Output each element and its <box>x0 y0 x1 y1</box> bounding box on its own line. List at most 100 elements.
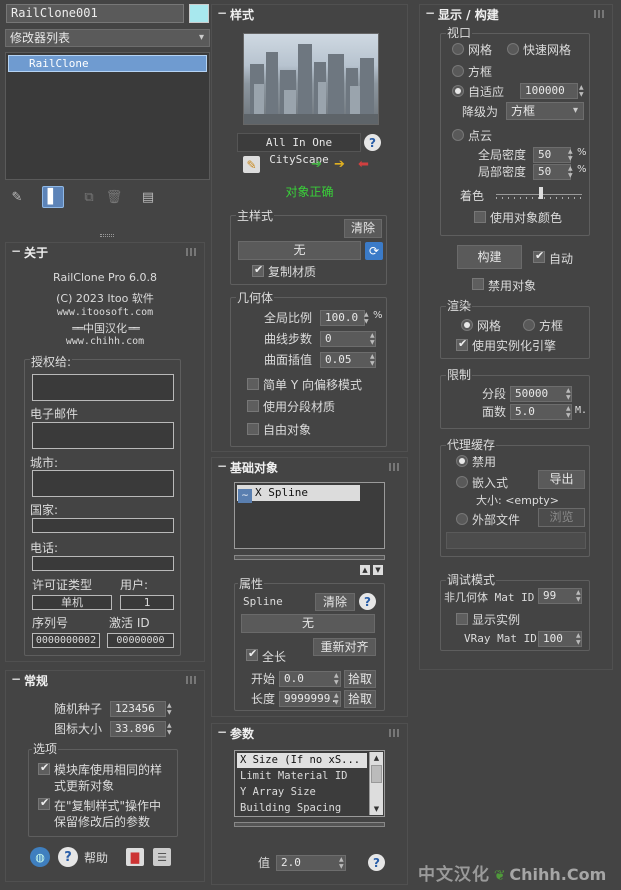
refresh-icon[interactable]: ⟳ <box>365 242 383 260</box>
copy-material-checkbox[interactable] <box>252 263 264 277</box>
disable-objects-checkbox[interactable] <box>472 278 484 290</box>
length-pick-button[interactable]: 拾取 <box>344 690 376 708</box>
global-density-input[interactable]: 50 <box>533 147 571 163</box>
about-chinese-site[interactable]: www.chihh.com <box>6 336 204 347</box>
base-objects-list[interactable]: ~ X Spline <box>234 482 385 549</box>
base-objects-rollout-header[interactable]: − 基础对象 <box>212 458 407 476</box>
fast-mesh-radio[interactable] <box>507 43 519 55</box>
faces-input[interactable]: 5.0 <box>510 404 572 420</box>
display-build-rollout-header[interactable]: − 显示 / 构建 <box>420 5 612 23</box>
proxy-embedded-radio[interactable] <box>456 476 468 488</box>
grip-icon[interactable] <box>186 248 198 256</box>
realign-button[interactable]: 重新对齐 <box>313 638 376 656</box>
about-website[interactable]: www.itoosoft.com <box>6 307 204 318</box>
email-field[interactable] <box>32 422 174 449</box>
global-density-spinner[interactable]: ▲ ▼ <box>568 148 575 162</box>
stack-item-railclone[interactable]: RailClone <box>8 55 207 72</box>
start-pick-button[interactable]: 拾取 <box>344 670 376 688</box>
curve-steps-spinner[interactable]: ▲ ▼ <box>370 332 377 346</box>
style-name-button[interactable]: All In One CityScape <box>237 133 361 166</box>
use-object-color-checkbox[interactable] <box>474 211 486 223</box>
non-geo-mat-spinner[interactable]: ▲ ▼ <box>576 589 583 603</box>
globe-icon[interactable]: ◍ <box>30 847 50 867</box>
scroll-up-icon[interactable]: ▲ <box>370 752 383 764</box>
curve-steps-input[interactable]: 0 <box>320 331 376 347</box>
help-icon[interactable]: ? <box>58 847 78 867</box>
adaptive-input[interactable]: 100000 <box>520 83 578 99</box>
segments-spinner[interactable]: ▲ ▼ <box>566 387 573 401</box>
proxy-disabled-radio[interactable] <box>456 455 468 467</box>
modifier-stack[interactable]: RailClone <box>5 52 210 180</box>
spline-none-button[interactable]: 无 <box>241 614 375 633</box>
main-style-none-button[interactable]: 无 <box>238 241 361 260</box>
render-box-radio[interactable] <box>523 319 535 331</box>
scroll-thumb[interactable] <box>371 765 382 783</box>
spline-help-icon[interactable]: ? <box>359 593 376 610</box>
grip-icon[interactable] <box>594 10 606 18</box>
param-value-input[interactable]: 2.0 <box>276 855 346 871</box>
faces-spinner[interactable]: ▲ ▼ <box>566 405 573 419</box>
list-view-icon[interactable]: ☰ <box>153 848 171 866</box>
seed-spinner[interactable]: ▲ ▼ <box>167 702 174 716</box>
show-end-result-icon[interactable]: ▌ <box>42 186 64 208</box>
spline-clear-button[interactable]: 清除 <box>315 593 355 611</box>
start-input[interactable]: 0.0 <box>279 671 341 687</box>
style-preview-image[interactable] <box>243 33 379 125</box>
general-rollout-header[interactable]: − 常规 <box>6 671 204 689</box>
start-spinner[interactable]: ▲ ▼ <box>334 672 341 686</box>
box-radio[interactable] <box>452 65 464 77</box>
configure-sets-icon[interactable]: ▤ <box>139 188 157 206</box>
city-field[interactable] <box>32 470 174 497</box>
render-mesh-radio[interactable] <box>461 319 473 331</box>
seed-input[interactable]: 123456 <box>110 701 166 717</box>
segments-input[interactable]: 50000 <box>510 386 572 402</box>
free-object-checkbox[interactable] <box>247 423 259 435</box>
style-export-icon[interactable]: ⬅ <box>355 156 372 173</box>
base-object-item[interactable]: ~ X Spline <box>237 485 360 503</box>
icon-size-input[interactable]: 33.896 <box>110 721 166 737</box>
adaptive-spinner[interactable]: ▲ ▼ <box>579 84 586 98</box>
parameters-list[interactable]: X Size (If no xS... Limit Material ID Y … <box>234 750 385 817</box>
style-copy-icon[interactable]: ➔ <box>331 156 348 173</box>
downgrade-dropdown[interactable]: 方框 <box>506 102 584 120</box>
grip-icon[interactable] <box>389 463 401 471</box>
local-density-spinner[interactable]: ▲ ▼ <box>568 165 575 179</box>
color-slider[interactable] <box>496 187 582 199</box>
global-scale-spinner[interactable]: ▲ ▼ <box>364 311 371 325</box>
move-up-icon[interactable]: ▲ <box>360 565 370 575</box>
about-rollout-header[interactable]: − 关于 <box>6 243 204 261</box>
full-length-checkbox[interactable] <box>246 647 258 661</box>
surface-interp-spinner[interactable]: ▲ ▼ <box>370 353 377 367</box>
param-value-spinner[interactable]: ▲ ▼ <box>339 856 346 870</box>
scroll-down-icon[interactable]: ▼ <box>370 803 383 815</box>
param-item-1[interactable]: X Size (If no xS... <box>237 753 367 768</box>
build-button[interactable]: 构建 <box>457 245 522 269</box>
global-scale-input[interactable]: 100.0 <box>320 310 365 326</box>
segment-material-checkbox[interactable] <box>247 400 259 412</box>
instancing-checkbox[interactable] <box>456 337 468 351</box>
phone-field[interactable] <box>32 556 174 571</box>
adaptive-radio[interactable] <box>452 85 464 97</box>
help-label[interactable]: 帮助 <box>84 849 108 866</box>
auto-checkbox[interactable] <box>533 249 545 263</box>
param-item-4[interactable]: Building Spacing <box>237 801 367 816</box>
param-item-3[interactable]: Y Array Size <box>237 785 367 800</box>
proxy-external-radio[interactable] <box>456 513 468 525</box>
point-cloud-radio[interactable] <box>452 129 464 141</box>
param-list-hscroll[interactable] <box>234 822 385 827</box>
library-update-checkbox[interactable] <box>38 761 50 775</box>
show-instances-checkbox[interactable] <box>456 613 468 625</box>
surface-interp-input[interactable]: 0.05 <box>320 352 376 368</box>
style-rollout-header[interactable]: − 样式 <box>212 5 407 23</box>
licensed-to-field[interactable] <box>32 374 174 401</box>
export-button[interactable]: 导出 <box>538 470 585 489</box>
param-item-2[interactable]: Limit Material ID <box>237 769 367 784</box>
divider-handle[interactable] <box>100 234 114 237</box>
chart-icon[interactable]: ▇ <box>126 848 144 866</box>
object-color-swatch[interactable] <box>189 4 209 23</box>
modifier-list-dropdown[interactable]: 修改器列表 <box>5 29 210 47</box>
move-down-icon[interactable]: ▼ <box>373 565 383 575</box>
length-input[interactable]: 9999999. <box>279 691 341 707</box>
icon-size-spinner[interactable]: ▲ ▼ <box>167 722 174 736</box>
parameters-rollout-header[interactable]: − 参数 <box>212 724 407 742</box>
